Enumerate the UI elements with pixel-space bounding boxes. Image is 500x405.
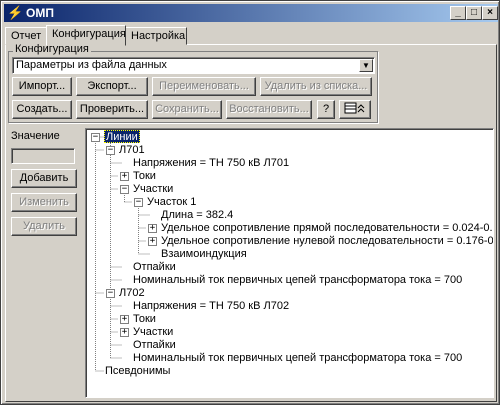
tree-node-l701-length[interactable]: Длина = 382.4 <box>160 209 234 222</box>
configuration-select[interactable]: Параметры из файла данных ▼ <box>12 57 375 74</box>
collapse-icon[interactable]: − <box>91 133 100 142</box>
view-toggle-button[interactable] <box>339 100 371 119</box>
collapse-icon[interactable]: − <box>106 289 115 298</box>
close-button[interactable]: × <box>482 6 498 20</box>
tab-settings[interactable]: Настройка <box>125 27 187 45</box>
expand-icon[interactable]: + <box>148 237 157 246</box>
restore-button[interactable]: Восстановить... <box>226 100 312 119</box>
delete-button[interactable]: Удалить <box>11 217 77 236</box>
configuration-tree[interactable]: − Линии − Л701 Напряжения = ТН 750 кВ Л7… <box>85 128 494 398</box>
tree-node-l701-sections[interactable]: Участки <box>132 183 174 196</box>
minimize-button[interactable]: _ <box>450 6 466 20</box>
edit-button[interactable]: Изменить <box>11 193 77 212</box>
tree-node-l701-section1[interactable]: Участок 1 <box>146 196 197 209</box>
tree-node-l701-zero-seq[interactable]: Удельное сопротивление нулевой последова… <box>160 235 493 248</box>
collapse-icon[interactable]: − <box>134 198 143 207</box>
tree-node-l702-taps[interactable]: Отпайки <box>132 339 177 352</box>
lightning-icon: ⚡ <box>7 5 24 20</box>
expand-icon[interactable]: + <box>148 224 157 233</box>
tree-node-l702-sections[interactable]: Участки <box>132 326 174 339</box>
tree-node-l701[interactable]: Л701 <box>118 144 146 157</box>
tree-node-aliases[interactable]: Псевдонимы <box>104 365 171 378</box>
create-button[interactable]: Создать... <box>12 100 72 119</box>
expand-icon[interactable]: + <box>120 315 129 324</box>
configuration-select-value: Параметры из файла данных <box>16 59 167 71</box>
save-button[interactable]: Сохранить... <box>152 100 222 119</box>
collapse-icon[interactable]: − <box>106 146 115 155</box>
app-window: ⚡ ОМП _ □ × Отчет Конфигурация Настройка… <box>0 0 500 405</box>
tree-node-l702[interactable]: Л702 <box>118 287 146 300</box>
tree-node-l701-taps[interactable]: Отпайки <box>132 261 177 274</box>
tree-node-l701-mutual[interactable]: Взаимоиндукция <box>160 248 248 261</box>
value-label: Значение <box>11 130 60 142</box>
value-field <box>11 148 75 164</box>
tree-node-l701-voltage[interactable]: Напряжения = ТН 750 кВ Л701 <box>132 157 290 170</box>
check-button[interactable]: Проверить... <box>76 100 148 119</box>
expand-icon[interactable]: + <box>120 172 129 181</box>
tree-node-l701-pos-seq[interactable]: Удельное сопротивление прямой последоват… <box>160 222 493 235</box>
grid-view-icon <box>344 102 365 114</box>
rename-button[interactable]: Переименовать... <box>152 77 256 96</box>
tree-node-l702-voltage[interactable]: Напряжения = ТН 750 кВ Л702 <box>132 300 290 313</box>
delete-from-list-button[interactable]: Удалить из списка... <box>260 77 372 96</box>
tab-configuration[interactable]: Конфигурация <box>46 25 126 46</box>
tree-node-l701-currents[interactable]: Токи <box>132 170 157 183</box>
chevron-down-icon[interactable]: ▼ <box>359 59 373 72</box>
tree-node-l701-nominal[interactable]: Номинальный ток первичных цепей трансфор… <box>132 274 463 287</box>
tree-node-lines[interactable]: Линии <box>104 130 140 143</box>
add-button[interactable]: Добавить <box>11 169 77 188</box>
help-button[interactable]: ? <box>317 100 335 119</box>
collapse-icon[interactable]: − <box>120 185 129 194</box>
window-title: ОМП <box>26 6 54 20</box>
expand-icon[interactable]: + <box>120 328 129 337</box>
title-bar[interactable]: ⚡ ОМП _ □ × <box>4 4 498 22</box>
tree-node-l702-nominal[interactable]: Номинальный ток первичных цепей трансфор… <box>132 352 463 365</box>
import-button[interactable]: Импорт... <box>12 77 72 96</box>
maximize-button[interactable]: □ <box>466 6 482 20</box>
tree-node-l702-currents[interactable]: Токи <box>132 313 157 326</box>
export-button[interactable]: Экспорт... <box>76 77 148 96</box>
